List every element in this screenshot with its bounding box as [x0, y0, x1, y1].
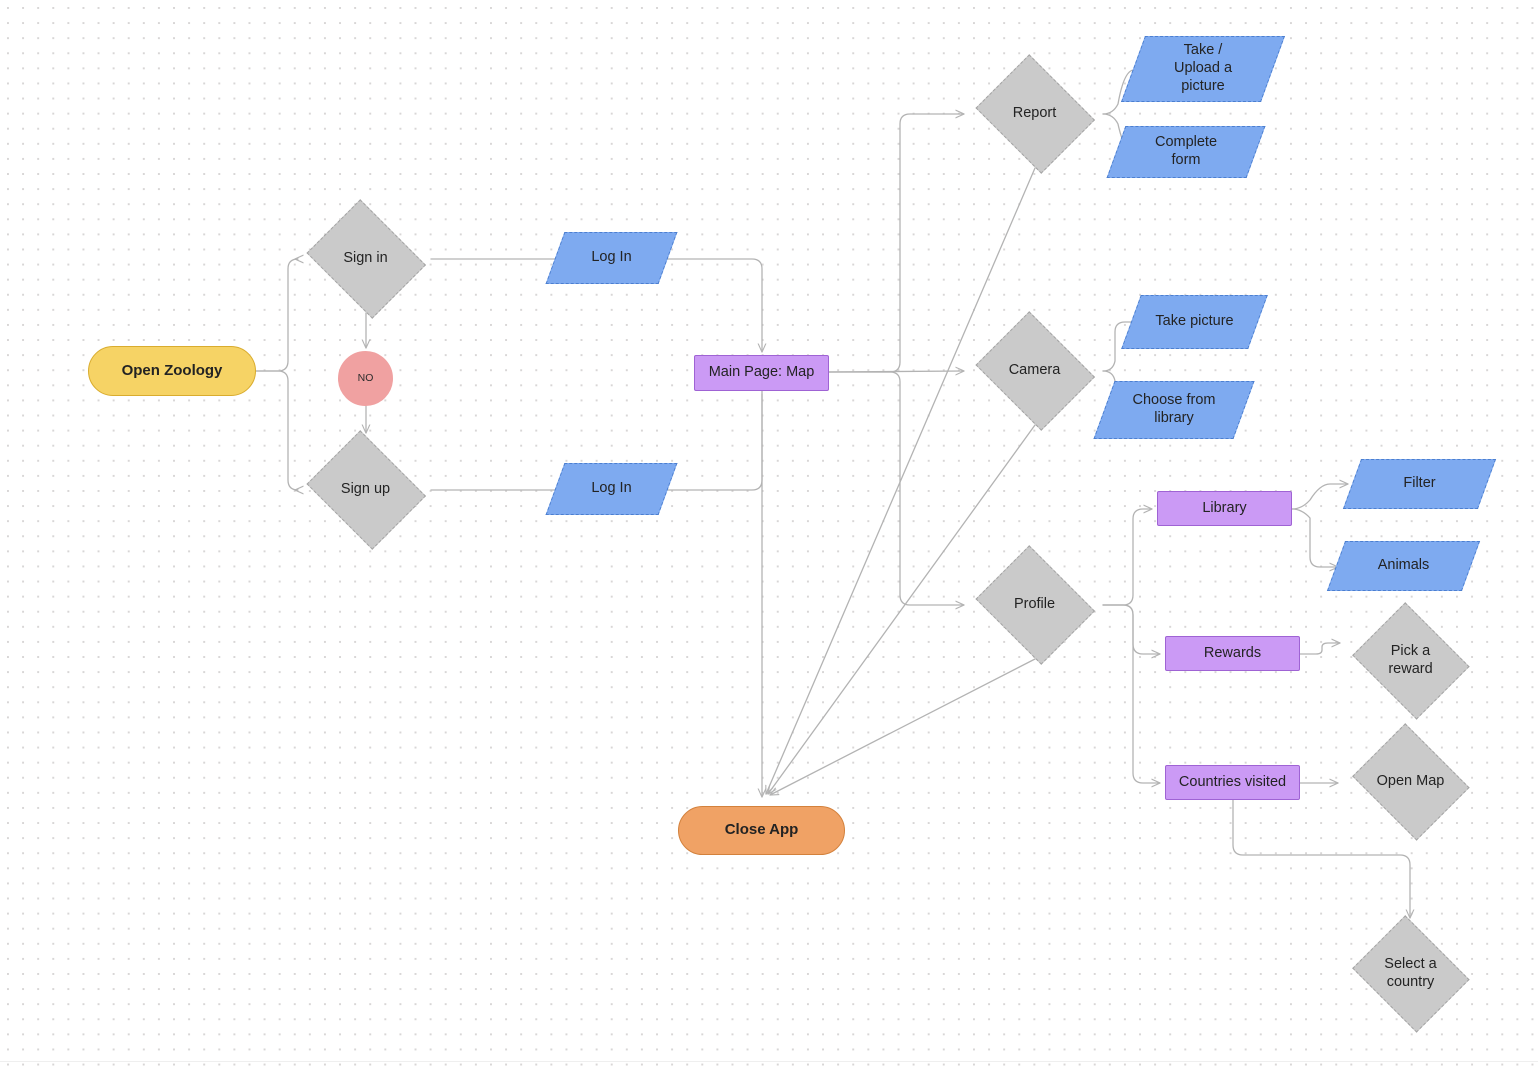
edge-library-to-filter: [1291, 484, 1348, 510]
node-label: Rewards: [1203, 644, 1262, 661]
node-sign-up[interactable]: Sign up: [300, 430, 431, 550]
node-label: Countries visited: [1178, 773, 1287, 790]
node-label: Open Map: [1376, 773, 1445, 790]
edge-login-bottom-to-main: [659, 393, 763, 491]
node-report[interactable]: Report: [969, 54, 1100, 174]
node-label: Log In: [591, 249, 632, 266]
node-complete-form[interactable]: Complete form: [1106, 126, 1266, 178]
edge-main-to-profile: [828, 371, 964, 605]
node-filter[interactable]: Filter: [1342, 459, 1497, 509]
node-label: Camera: [1008, 362, 1061, 379]
node-animals[interactable]: Animals: [1326, 541, 1481, 591]
node-label: Take / Upload a picture: [1173, 42, 1233, 94]
node-pick-a-reward[interactable]: Pick a reward: [1346, 602, 1475, 720]
node-label: Close App: [724, 821, 799, 839]
node-label: Animals: [1377, 557, 1430, 574]
node-label: Pick a reward: [1388, 643, 1433, 677]
canvas-bottom-divider: [0, 1061, 1538, 1062]
node-label: Take picture: [1155, 313, 1234, 330]
edge-report-to-close: [766, 167, 1036, 794]
edge-login-top-to-main: [659, 258, 762, 352]
edge-profile-to-rewards: [1102, 604, 1160, 654]
edge-profile-to-library: [1102, 509, 1152, 606]
node-log-in-bottom[interactable]: Log In: [545, 463, 678, 515]
edge-main-to-camera: [828, 371, 964, 372]
node-countries-visited[interactable]: Countries visited: [1165, 765, 1300, 800]
node-label: Library: [1202, 499, 1247, 516]
node-main-page-map[interactable]: Main Page: Map: [694, 355, 829, 391]
edge-open-to-signup: [255, 370, 298, 490]
node-label: Choose from library: [1132, 392, 1216, 426]
node-library[interactable]: Library: [1157, 491, 1292, 526]
node-label: Open Zoology: [121, 361, 223, 379]
edge-rewards-to-pick: [1299, 643, 1340, 655]
node-label: Sign in: [343, 250, 388, 267]
node-label: Sign up: [340, 481, 391, 498]
node-open-zoology[interactable]: Open Zoology: [88, 346, 256, 396]
node-take-upload-picture[interactable]: Take / Upload a picture: [1120, 36, 1286, 102]
edge-main-to-report: [828, 114, 964, 373]
node-camera[interactable]: Camera: [969, 311, 1100, 431]
node-label: NO: [357, 372, 374, 385]
node-sign-in[interactable]: Sign in: [300, 199, 431, 319]
node-label: Filter: [1403, 475, 1436, 492]
edge-open-to-signin: [255, 259, 298, 372]
node-label: Main Page: Map: [708, 364, 815, 381]
node-open-map[interactable]: Open Map: [1346, 723, 1475, 841]
node-choose-from-library[interactable]: Choose from library: [1093, 381, 1255, 439]
node-label: Log In: [591, 480, 632, 497]
node-close-app[interactable]: Close App: [678, 806, 845, 855]
flowchart-canvas[interactable]: Open Zoology Sign in NO Sign up Log In L…: [0, 0, 1538, 1068]
node-no-circle[interactable]: NO: [338, 351, 393, 406]
node-label: Complete form: [1154, 134, 1218, 168]
edge-layer: [255, 0, 1538, 1068]
edge-library-to-animals: [1291, 508, 1338, 567]
node-log-in-top[interactable]: Log In: [545, 232, 678, 284]
node-label: Profile: [1013, 596, 1056, 613]
node-profile[interactable]: Profile: [969, 545, 1100, 665]
edge-profile-to-countries: [1102, 604, 1160, 783]
node-select-a-country[interactable]: Select a country: [1346, 915, 1475, 1033]
node-label: Select a country: [1384, 956, 1437, 990]
edge-profile-to-close: [770, 658, 1036, 796]
node-rewards[interactable]: Rewards: [1165, 636, 1300, 671]
node-label: Report: [1012, 105, 1057, 122]
node-take-picture[interactable]: Take picture: [1121, 295, 1268, 349]
